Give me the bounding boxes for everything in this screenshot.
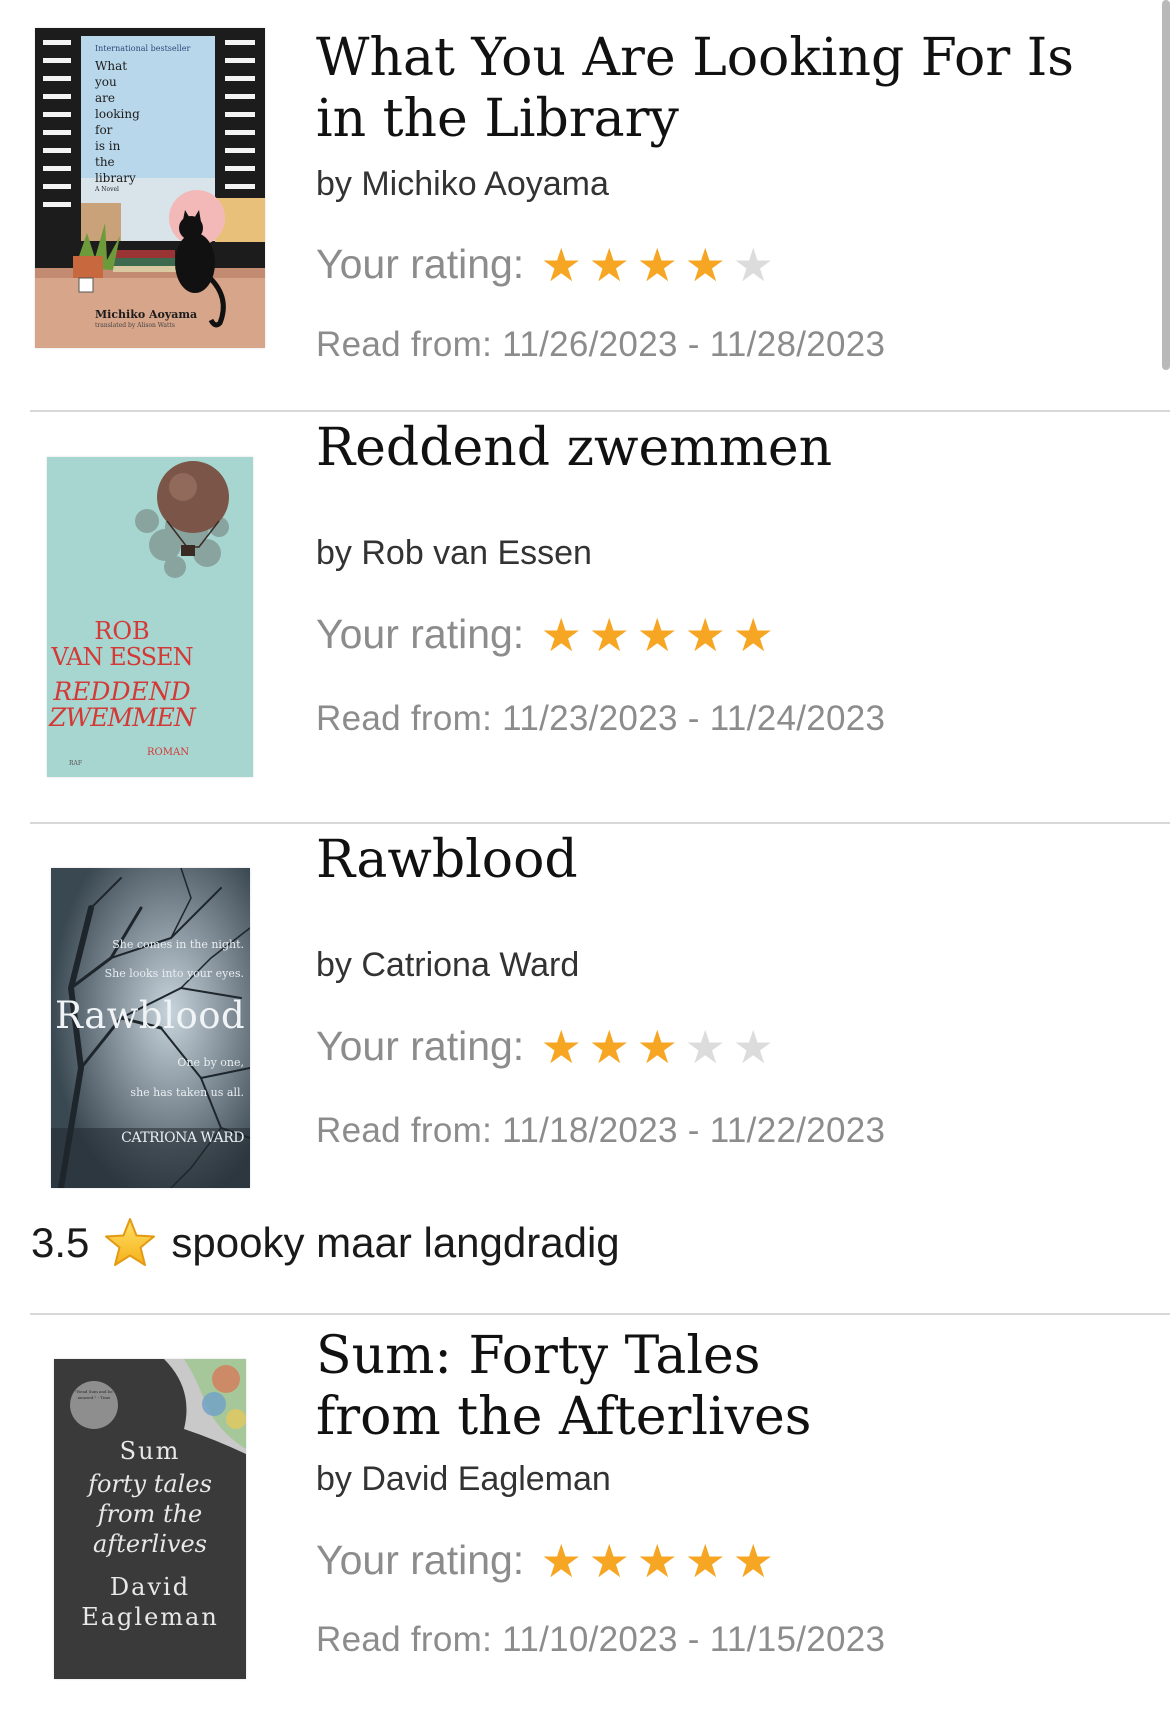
rating-label: Your rating:: [316, 1537, 525, 1583]
book-author[interactable]: by Catriona Ward: [316, 946, 579, 985]
star-filled-icon[interactable]: ★: [586, 612, 632, 658]
review-score: 3.5: [31, 1219, 90, 1266]
book-author[interactable]: by Michiko Aoyama: [316, 165, 609, 204]
star-rating[interactable]: ★ ★ ★ ★ ★: [538, 242, 776, 288]
star-filled-icon[interactable]: ★: [586, 242, 632, 288]
cover-tagline: She looks into your eyes.: [104, 967, 244, 980]
book-cover[interactable]: International bestseller What you are lo…: [35, 28, 265, 348]
book-cover[interactable]: She comes in the night. She looks into y…: [51, 868, 250, 1188]
cover-artwork-library: [35, 28, 265, 348]
cover-title-line: What: [95, 59, 128, 73]
cover-author-line: David: [109, 1573, 191, 1601]
cover-badge: "Read Sum and be amazed." - Time: [75, 1389, 113, 1400]
cover-title-line: looking: [95, 107, 140, 121]
star-filled-icon[interactable]: ★: [586, 1538, 632, 1584]
book-author[interactable]: by David Eagleman: [316, 1460, 611, 1499]
cover-subtitle-line: forty tales: [88, 1470, 212, 1498]
cover-title: Rawblood: [55, 994, 246, 1037]
star-emoji-icon: [103, 1216, 157, 1270]
book-title[interactable]: Reddend zwemmen: [316, 418, 1096, 479]
cover-title-line: are: [95, 91, 115, 105]
cover-subtitle: A Novel: [95, 186, 119, 193]
cover-author: CATRIONA WARD: [121, 1130, 244, 1146]
book-title[interactable]: What You Are Looking For Is in the Libra…: [316, 28, 1096, 150]
cover-genre: ROMAN: [147, 747, 189, 758]
cover-author: Michiko Aoyama: [95, 308, 198, 321]
read-dates: Read from: 11/23/2023 - 11/24/2023: [316, 699, 885, 739]
cover-title-line: the: [95, 155, 115, 169]
rating-row: Your rating: ★ ★ ★ ★ ★: [316, 1537, 776, 1584]
dates-label: Read from:: [316, 699, 493, 738]
read-dates: Read from: 11/26/2023 - 11/28/2023: [316, 325, 885, 365]
rating-row: Your rating: ★ ★ ★ ★ ★: [316, 611, 776, 658]
dates-value: 11/18/2023 - 11/22/2023: [502, 1111, 886, 1150]
cover-title-line: you: [95, 75, 117, 89]
cover-tagline: International bestseller: [95, 44, 191, 53]
rating-label: Your rating:: [316, 611, 525, 657]
star-empty-icon[interactable]: ★: [730, 242, 776, 288]
review-text[interactable]: 3.5 spooky maar langdradig: [31, 1216, 620, 1270]
cover-translator: translated by Alison Watts: [95, 322, 175, 329]
star-filled-icon[interactable]: ★: [634, 1538, 680, 1584]
book-cover[interactable]: ROB VAN ESSEN REDDEND ZWEMMEN ROMAN RAF: [47, 457, 253, 777]
star-filled-icon[interactable]: ★: [538, 242, 584, 288]
star-rating[interactable]: ★ ★ ★ ★ ★: [538, 612, 776, 658]
cover-title-line: library: [95, 171, 136, 185]
dates-value: 11/10/2023 - 11/15/2023: [502, 1620, 886, 1659]
star-rating[interactable]: ★ ★ ★ ★ ★: [538, 1538, 776, 1584]
book-cover[interactable]: "Read Sum and be amazed." - Time Sum for…: [54, 1359, 246, 1679]
review-comment: spooky maar langdradig: [171, 1219, 620, 1266]
dates-label: Read from:: [316, 325, 493, 364]
star-filled-icon[interactable]: ★: [586, 1024, 632, 1070]
book-title[interactable]: Sum: Forty Tales from the Afterlives: [316, 1326, 876, 1448]
rating-label: Your rating:: [316, 1023, 525, 1069]
dates-value: 11/26/2023 - 11/28/2023: [502, 325, 886, 364]
star-filled-icon[interactable]: ★: [634, 1024, 680, 1070]
cover-publisher: RAF: [69, 760, 83, 767]
star-filled-icon[interactable]: ★: [682, 612, 728, 658]
cover-title-line: for: [95, 123, 113, 137]
read-dates: Read from: 11/10/2023 - 11/15/2023: [316, 1620, 885, 1660]
cover-title: Sum: [119, 1437, 181, 1465]
cover-subtitle-line: afterlives: [93, 1530, 207, 1558]
cover-title-block: What you are looking for is in the libra…: [95, 58, 140, 194]
cover-title-line: ZWEMMEN: [49, 703, 196, 732]
star-filled-icon[interactable]: ★: [682, 1538, 728, 1584]
book-item[interactable]: "Read Sum and be amazed." - Time Sum for…: [0, 1315, 1170, 1731]
star-empty-icon[interactable]: ★: [730, 1024, 776, 1070]
cover-author-line: VAN ESSEN: [51, 643, 193, 671]
cover-subtitle-line: from the: [97, 1500, 203, 1528]
dates-value: 11/23/2023 - 11/24/2023: [502, 699, 886, 738]
read-dates: Read from: 11/18/2023 - 11/22/2023: [316, 1111, 885, 1151]
star-filled-icon[interactable]: ★: [634, 242, 680, 288]
star-empty-icon[interactable]: ★: [682, 1024, 728, 1070]
rating-label: Your rating:: [316, 241, 525, 287]
rating-row: Your rating: ★ ★ ★ ★ ★: [316, 241, 776, 288]
dates-label: Read from:: [316, 1620, 493, 1659]
star-rating[interactable]: ★ ★ ★ ★ ★: [538, 1024, 776, 1070]
rating-row: Your rating: ★ ★ ★ ★ ★: [316, 1023, 776, 1070]
cover-author-line: Eagleman: [81, 1603, 219, 1631]
dates-label: Read from:: [316, 1111, 493, 1150]
cover-tagline: One by one,: [177, 1056, 244, 1069]
cover-title-line: REDDEND: [53, 677, 191, 706]
star-filled-icon[interactable]: ★: [538, 1538, 584, 1584]
cover-author-line: ROB: [94, 617, 150, 645]
cover-subtitle-block: forty tales from the afterlives: [54, 1469, 246, 1559]
book-author[interactable]: by Rob van Essen: [316, 534, 592, 573]
cover-title-line: is in: [95, 139, 121, 153]
cover-tagline: she has taken us all.: [130, 1086, 244, 1099]
star-filled-icon[interactable]: ★: [682, 242, 728, 288]
star-filled-icon[interactable]: ★: [634, 612, 680, 658]
book-item[interactable]: ROB VAN ESSEN REDDEND ZWEMMEN ROMAN RAF …: [0, 412, 1170, 822]
star-filled-icon[interactable]: ★: [538, 1024, 584, 1070]
star-filled-icon[interactable]: ★: [538, 612, 584, 658]
book-item[interactable]: International bestseller What you are lo…: [0, 0, 1170, 410]
star-filled-icon[interactable]: ★: [730, 1538, 776, 1584]
cover-tagline: She comes in the night.: [112, 938, 244, 951]
star-filled-icon[interactable]: ★: [730, 612, 776, 658]
book-title[interactable]: Rawblood: [316, 830, 1096, 891]
